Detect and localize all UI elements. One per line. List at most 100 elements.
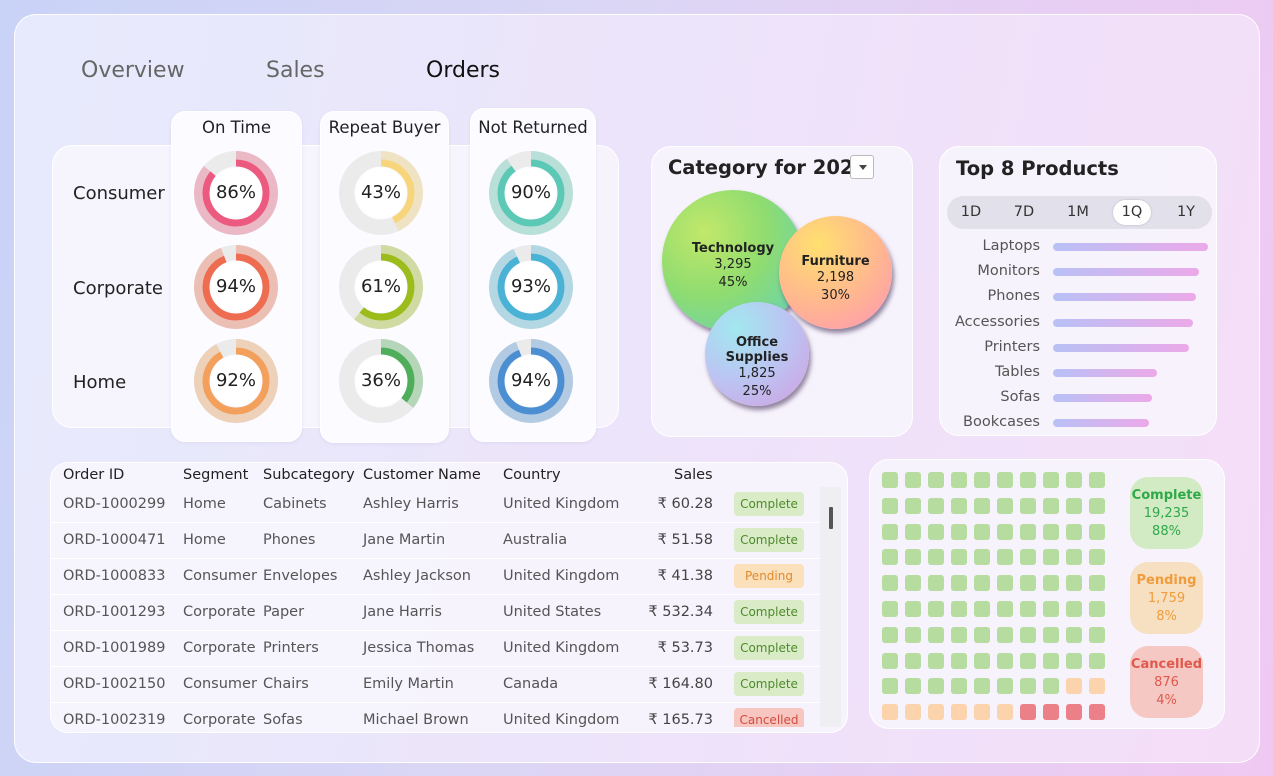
- kpi-donut-value: 90%: [510, 182, 551, 203]
- product-bar[interactable]: [1053, 293, 1196, 302]
- order-id-cell: ORD-1001293: [63, 604, 166, 620]
- status-pct: 88%: [1152, 524, 1181, 539]
- sales-cell: ₹ 165.73: [648, 712, 713, 727]
- waffle-cell: [1066, 601, 1082, 617]
- product-bar[interactable]: [1053, 394, 1153, 403]
- status-pill-cancelled[interactable]: Cancelled 876 4%: [1130, 646, 1203, 718]
- column-header-subcategory[interactable]: Subcategory: [263, 467, 355, 483]
- country-cell: United Kingdom: [503, 496, 620, 512]
- status-badge: Pending: [734, 564, 804, 588]
- sales-cell: ₹ 532.34: [648, 604, 713, 620]
- subcategory-cell: Envelopes: [263, 568, 338, 584]
- range-1y-button[interactable]: 1Y: [1167, 200, 1205, 225]
- waffle-cell: [974, 678, 990, 695]
- waffle-cell: [928, 497, 944, 514]
- range-1m-button[interactable]: 1M: [1059, 200, 1097, 225]
- segment-cell: Consumer: [183, 568, 257, 584]
- customer-cell: Jessica Thomas: [363, 640, 475, 656]
- table-row[interactable]: ORD-1002319 Corporate Sofas Michael Brown Un…: [51, 703, 821, 727]
- kpi-donut: 94%: [486, 336, 576, 426]
- waffle-cell: [882, 678, 898, 695]
- waffle-cell: [882, 704, 898, 721]
- waffle-cell: [882, 549, 898, 566]
- waffle-cell: [1020, 497, 1036, 514]
- waffle-cell: [1043, 575, 1059, 592]
- status-pill-complete[interactable]: Complete 19,235 88%: [1130, 477, 1203, 549]
- waffle-cell: [1089, 678, 1105, 695]
- range-7d-button[interactable]: 7D: [1005, 200, 1043, 225]
- waffle-cell: [1089, 652, 1105, 669]
- segment-cell: Home: [183, 532, 226, 548]
- table-row[interactable]: ORD-1000471 Home Phones Jane Martin Australi…: [51, 523, 821, 559]
- waffle-cell: [1066, 652, 1082, 669]
- kpi-donut: 94%: [191, 242, 281, 332]
- range-1q-button[interactable]: 1Q: [1113, 200, 1151, 225]
- waffle-cell: [1020, 678, 1036, 695]
- waffle-cell: [882, 626, 898, 643]
- segment-cell: Corporate: [183, 604, 256, 620]
- product-bar[interactable]: [1053, 318, 1193, 327]
- waffle-cell: [1043, 601, 1059, 617]
- column-header-customer-name[interactable]: Customer Name: [363, 467, 481, 483]
- product-bar[interactable]: [1053, 343, 1190, 352]
- tab-sales[interactable]: Sales: [266, 58, 325, 83]
- waffle-cell: [905, 601, 921, 617]
- table-row[interactable]: ORD-1000833 Consumer Envelopes Ashley Jacks…: [51, 559, 821, 595]
- kpi-column-title: Not Returned: [478, 118, 588, 137]
- status-badge: Complete: [734, 672, 804, 696]
- waffle-cell: [997, 601, 1013, 617]
- product-bar[interactable]: [1053, 419, 1150, 428]
- waffle-cell: [997, 652, 1013, 669]
- waffle-cell: [951, 549, 967, 566]
- column-header-segment[interactable]: Segment: [183, 467, 248, 483]
- kpi-donut-value: 86%: [215, 182, 256, 203]
- kpi-donut: 86%: [191, 148, 281, 238]
- table-row[interactable]: ORD-1002150 Consumer Chairs Emily Martin Can…: [51, 667, 821, 703]
- status-pct: 4%: [1156, 693, 1177, 708]
- waffle-cell: [882, 652, 898, 669]
- status-name: Complete: [1131, 488, 1202, 503]
- subcategory-cell: Cabinets: [263, 496, 327, 512]
- waffle-cell: [997, 678, 1013, 695]
- waffle-cell: [928, 626, 944, 643]
- waffle-cell: [882, 523, 898, 540]
- bubble-pct: 30%: [821, 288, 850, 303]
- column-header-sales[interactable]: Sales: [674, 467, 713, 483]
- bubble-furniture[interactable]: Furniture 2,198 30%: [779, 216, 892, 329]
- waffle-cell: [951, 626, 967, 643]
- waffle-cell: [974, 472, 990, 488]
- waffle-cell: [1089, 523, 1105, 540]
- status-name: Cancelled: [1130, 657, 1203, 672]
- table-scrollbar-thumb[interactable]: [829, 507, 833, 529]
- table-row[interactable]: ORD-1001989 Corporate Printers Jessica Thom…: [51, 631, 821, 667]
- waffle-cell: [951, 704, 967, 721]
- waffle-cell: [997, 704, 1013, 721]
- waffle-cell: [974, 549, 990, 566]
- column-header-order-id[interactable]: Order ID: [63, 467, 124, 483]
- waffle-cell: [1089, 601, 1105, 617]
- table-row[interactable]: ORD-1001293 Corporate Paper Jane Harris Unit…: [51, 595, 821, 631]
- waffle-cell: [974, 575, 990, 592]
- waffle-cell: [882, 472, 898, 488]
- waffle-cell: [951, 497, 967, 514]
- waffle-cell: [1020, 575, 1036, 592]
- kpi-donut-value: 92%: [215, 370, 256, 391]
- range-1d-button[interactable]: 1D: [952, 200, 990, 225]
- bubble-office-supplies[interactable]: Office Supplies 1,825 25%: [705, 302, 809, 406]
- column-header-country[interactable]: Country: [503, 467, 561, 483]
- tab-orders[interactable]: Orders: [426, 58, 500, 83]
- waffle-cell: [1043, 523, 1059, 540]
- product-bar[interactable]: [1053, 243, 1208, 251]
- waffle-cell: [974, 497, 990, 514]
- waffle-cell: [997, 472, 1013, 488]
- table-row[interactable]: ORD-1000299 Home Cabinets Ashley Harris Unit…: [51, 487, 821, 523]
- tab-overview[interactable]: Overview: [81, 58, 185, 83]
- kpi-donut: 61%: [336, 242, 426, 332]
- product-bar[interactable]: [1053, 369, 1157, 377]
- product-bar[interactable]: [1053, 268, 1199, 277]
- waffle-cell: [1043, 678, 1059, 695]
- status-name: Pending: [1136, 573, 1197, 588]
- status-pill-pending[interactable]: Pending 1,759 8%: [1130, 562, 1203, 634]
- kpi-donut-value: 36%: [360, 370, 401, 391]
- category-dropdown-button[interactable]: [850, 155, 874, 179]
